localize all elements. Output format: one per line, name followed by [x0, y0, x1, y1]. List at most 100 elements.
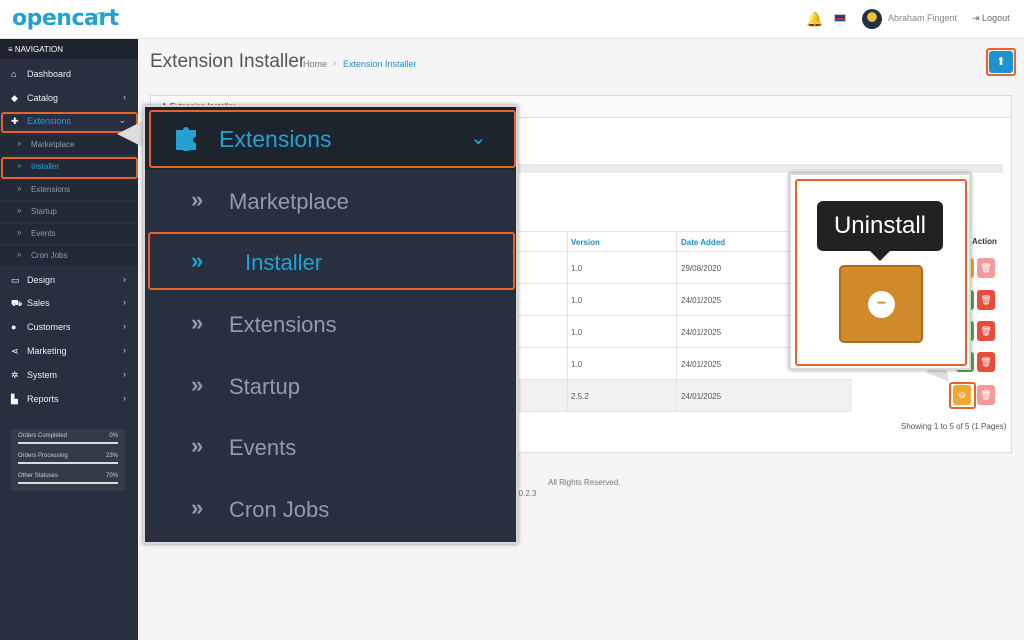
tooltip-arrow [870, 251, 890, 261]
zoom-item-label: Extensions [229, 312, 337, 337]
navigation-title[interactable]: ≡ NAVIGATION [0, 39, 138, 59]
zoom-item-extensions[interactable]: » Extensions [145, 296, 516, 354]
double-chevron-icon: » [17, 250, 22, 259]
chevron-right-icon: › [123, 345, 126, 355]
delete-button[interactable]: 🗑 [977, 352, 995, 372]
delete-button[interactable]: 🗑 [977, 385, 995, 405]
stat-label: Orders Completed [18, 433, 68, 439]
breadcrumb-home[interactable]: Home [303, 59, 327, 69]
top-header: opencart ⌒ 🔔 Abraham Fingent ⇥ Logout [0, 0, 1024, 39]
delete-button[interactable]: 🗑 [977, 321, 995, 341]
stat-value: 70% [105, 473, 118, 479]
sidebar-item-reports[interactable]: ▙ Reports › [0, 389, 138, 411]
column-divider [567, 284, 568, 315]
sidebar-sub-events[interactable]: » Events [0, 224, 138, 244]
zoom-uninstall-button[interactable]: − [839, 265, 923, 343]
double-chevron-icon: » [191, 310, 204, 335]
monitor-icon: ▭ [11, 275, 20, 285]
zoom-item-label: Startup [229, 374, 300, 399]
stat-value: 0% [109, 433, 118, 439]
sidebar-sub-extensions[interactable]: » Extensions [0, 180, 138, 200]
zoomed-uninstall-button: Uninstall − [789, 173, 971, 370]
sidebar-item-marketing[interactable]: ⋖ Marketing › [0, 341, 138, 363]
zoom-item-events[interactable]: » Events [145, 419, 516, 477]
logout-label: Logout [982, 13, 1010, 23]
double-chevron-icon: » [191, 372, 204, 397]
sidebar-sub-cron-jobs[interactable]: » Cron Jobs [0, 246, 138, 266]
stat-bar [18, 462, 118, 464]
chevron-right-icon: › [123, 297, 126, 307]
cell-date-added: 24/01/2025 [681, 360, 722, 369]
order-stats: Orders Completed 0% Orders Processing 23… [11, 429, 125, 491]
cell-date-added: 24/01/2025 [681, 328, 722, 337]
cart-icon: ⛟ [11, 298, 23, 308]
logout-link[interactable]: ⇥ Logout [972, 13, 1010, 24]
sidebar-sub-label: Startup [31, 207, 57, 216]
trash-icon: 🗑 [980, 263, 992, 273]
double-chevron-icon: » [17, 206, 22, 215]
sidebar-item-design[interactable]: ▭ Design › [0, 270, 138, 292]
sidebar-item-label: Dashboard [27, 69, 72, 79]
delete-button[interactable]: 🗑 [977, 290, 995, 310]
column-date-added[interactable]: Date Added [681, 238, 725, 247]
footer-rights: All Rights Reserved. [548, 478, 621, 487]
tag-icon: ◆ [11, 93, 18, 103]
user-icon: ● [11, 322, 17, 332]
user-avatar[interactable] [862, 9, 882, 29]
stat-orders-completed: Orders Completed 0% [18, 433, 118, 453]
breadcrumb-separator: › [333, 58, 336, 68]
double-chevron-icon: » [17, 184, 22, 193]
chevron-right-icon: › [123, 393, 126, 403]
sidebar-item-label: Marketing [27, 346, 67, 356]
sidebar-sub-label: Marketplace [31, 140, 75, 149]
upload-highlight [986, 48, 1016, 76]
sidebar-item-dashboard[interactable]: ⌂ Dashboard [0, 64, 138, 86]
zoom-item-label: Marketplace [229, 189, 349, 214]
user-name[interactable]: Abraham Fingent [888, 13, 957, 23]
column-divider [676, 232, 677, 251]
zoom-item-startup[interactable]: » Startup [145, 358, 516, 416]
stat-value: 23% [105, 453, 118, 459]
sidebar-item-label: Design [27, 275, 56, 285]
home-icon: ⌂ [11, 69, 17, 79]
zoom-item-label: Events [229, 435, 297, 460]
column-divider [567, 380, 568, 411]
column-divider [676, 316, 677, 347]
double-chevron-icon: » [191, 495, 204, 520]
minus-circle-icon: − [868, 291, 895, 318]
sidebar-item-sales[interactable]: ⛟ Sales › [0, 293, 138, 315]
breadcrumb-current[interactable]: Extension Installer [343, 59, 417, 69]
sidebar-sub-startup[interactable]: » Startup [0, 202, 138, 222]
trash-icon: 🗑 [980, 326, 992, 336]
zoom-item-cron-jobs[interactable]: » Cron Jobs [145, 481, 516, 539]
column-version[interactable]: Version [571, 238, 600, 247]
column-divider [676, 348, 677, 379]
column-divider [676, 284, 677, 315]
cell-version: 2.5.2 [571, 392, 589, 401]
chevron-right-icon: › [123, 369, 126, 379]
language-flag-icon[interactable] [834, 14, 846, 22]
sidebar-item-catalog[interactable]: ◆ Catalog › [0, 88, 138, 110]
zoom-extensions-highlight [149, 110, 516, 168]
double-chevron-icon: » [17, 139, 22, 148]
navigation-title-label: NAVIGATION [14, 45, 64, 54]
bell-icon[interactable]: 🔔 [806, 11, 823, 28]
cell-date-added: 24/01/2025 [681, 296, 722, 305]
zoomed-extensions-menu: Extensions ⌄ » Marketplace » Installer »… [143, 105, 518, 544]
trash-icon: 🗑 [980, 357, 992, 367]
chevron-right-icon: › [123, 321, 126, 331]
column-divider [567, 232, 568, 251]
stat-orders-processing: Orders Processing 23% [18, 453, 118, 473]
sidebar-item-label: Reports [27, 394, 59, 404]
delete-button[interactable]: 🗑 [977, 258, 995, 278]
zoom-item-marketplace[interactable]: » Marketplace [145, 173, 516, 231]
stat-bar [18, 482, 118, 484]
stat-other-statuses: Other Statuses 70% [18, 473, 118, 493]
cell-version: 1.0 [571, 264, 583, 273]
chevron-right-icon: › [123, 92, 126, 102]
sidebar-item-customers[interactable]: ● Customers › [0, 317, 138, 339]
gear-icon: ✲ [11, 370, 19, 380]
sidebar-item-system[interactable]: ✲ System › [0, 365, 138, 387]
double-chevron-icon: » [17, 228, 22, 237]
sidebar-item-label: Sales [27, 298, 50, 308]
